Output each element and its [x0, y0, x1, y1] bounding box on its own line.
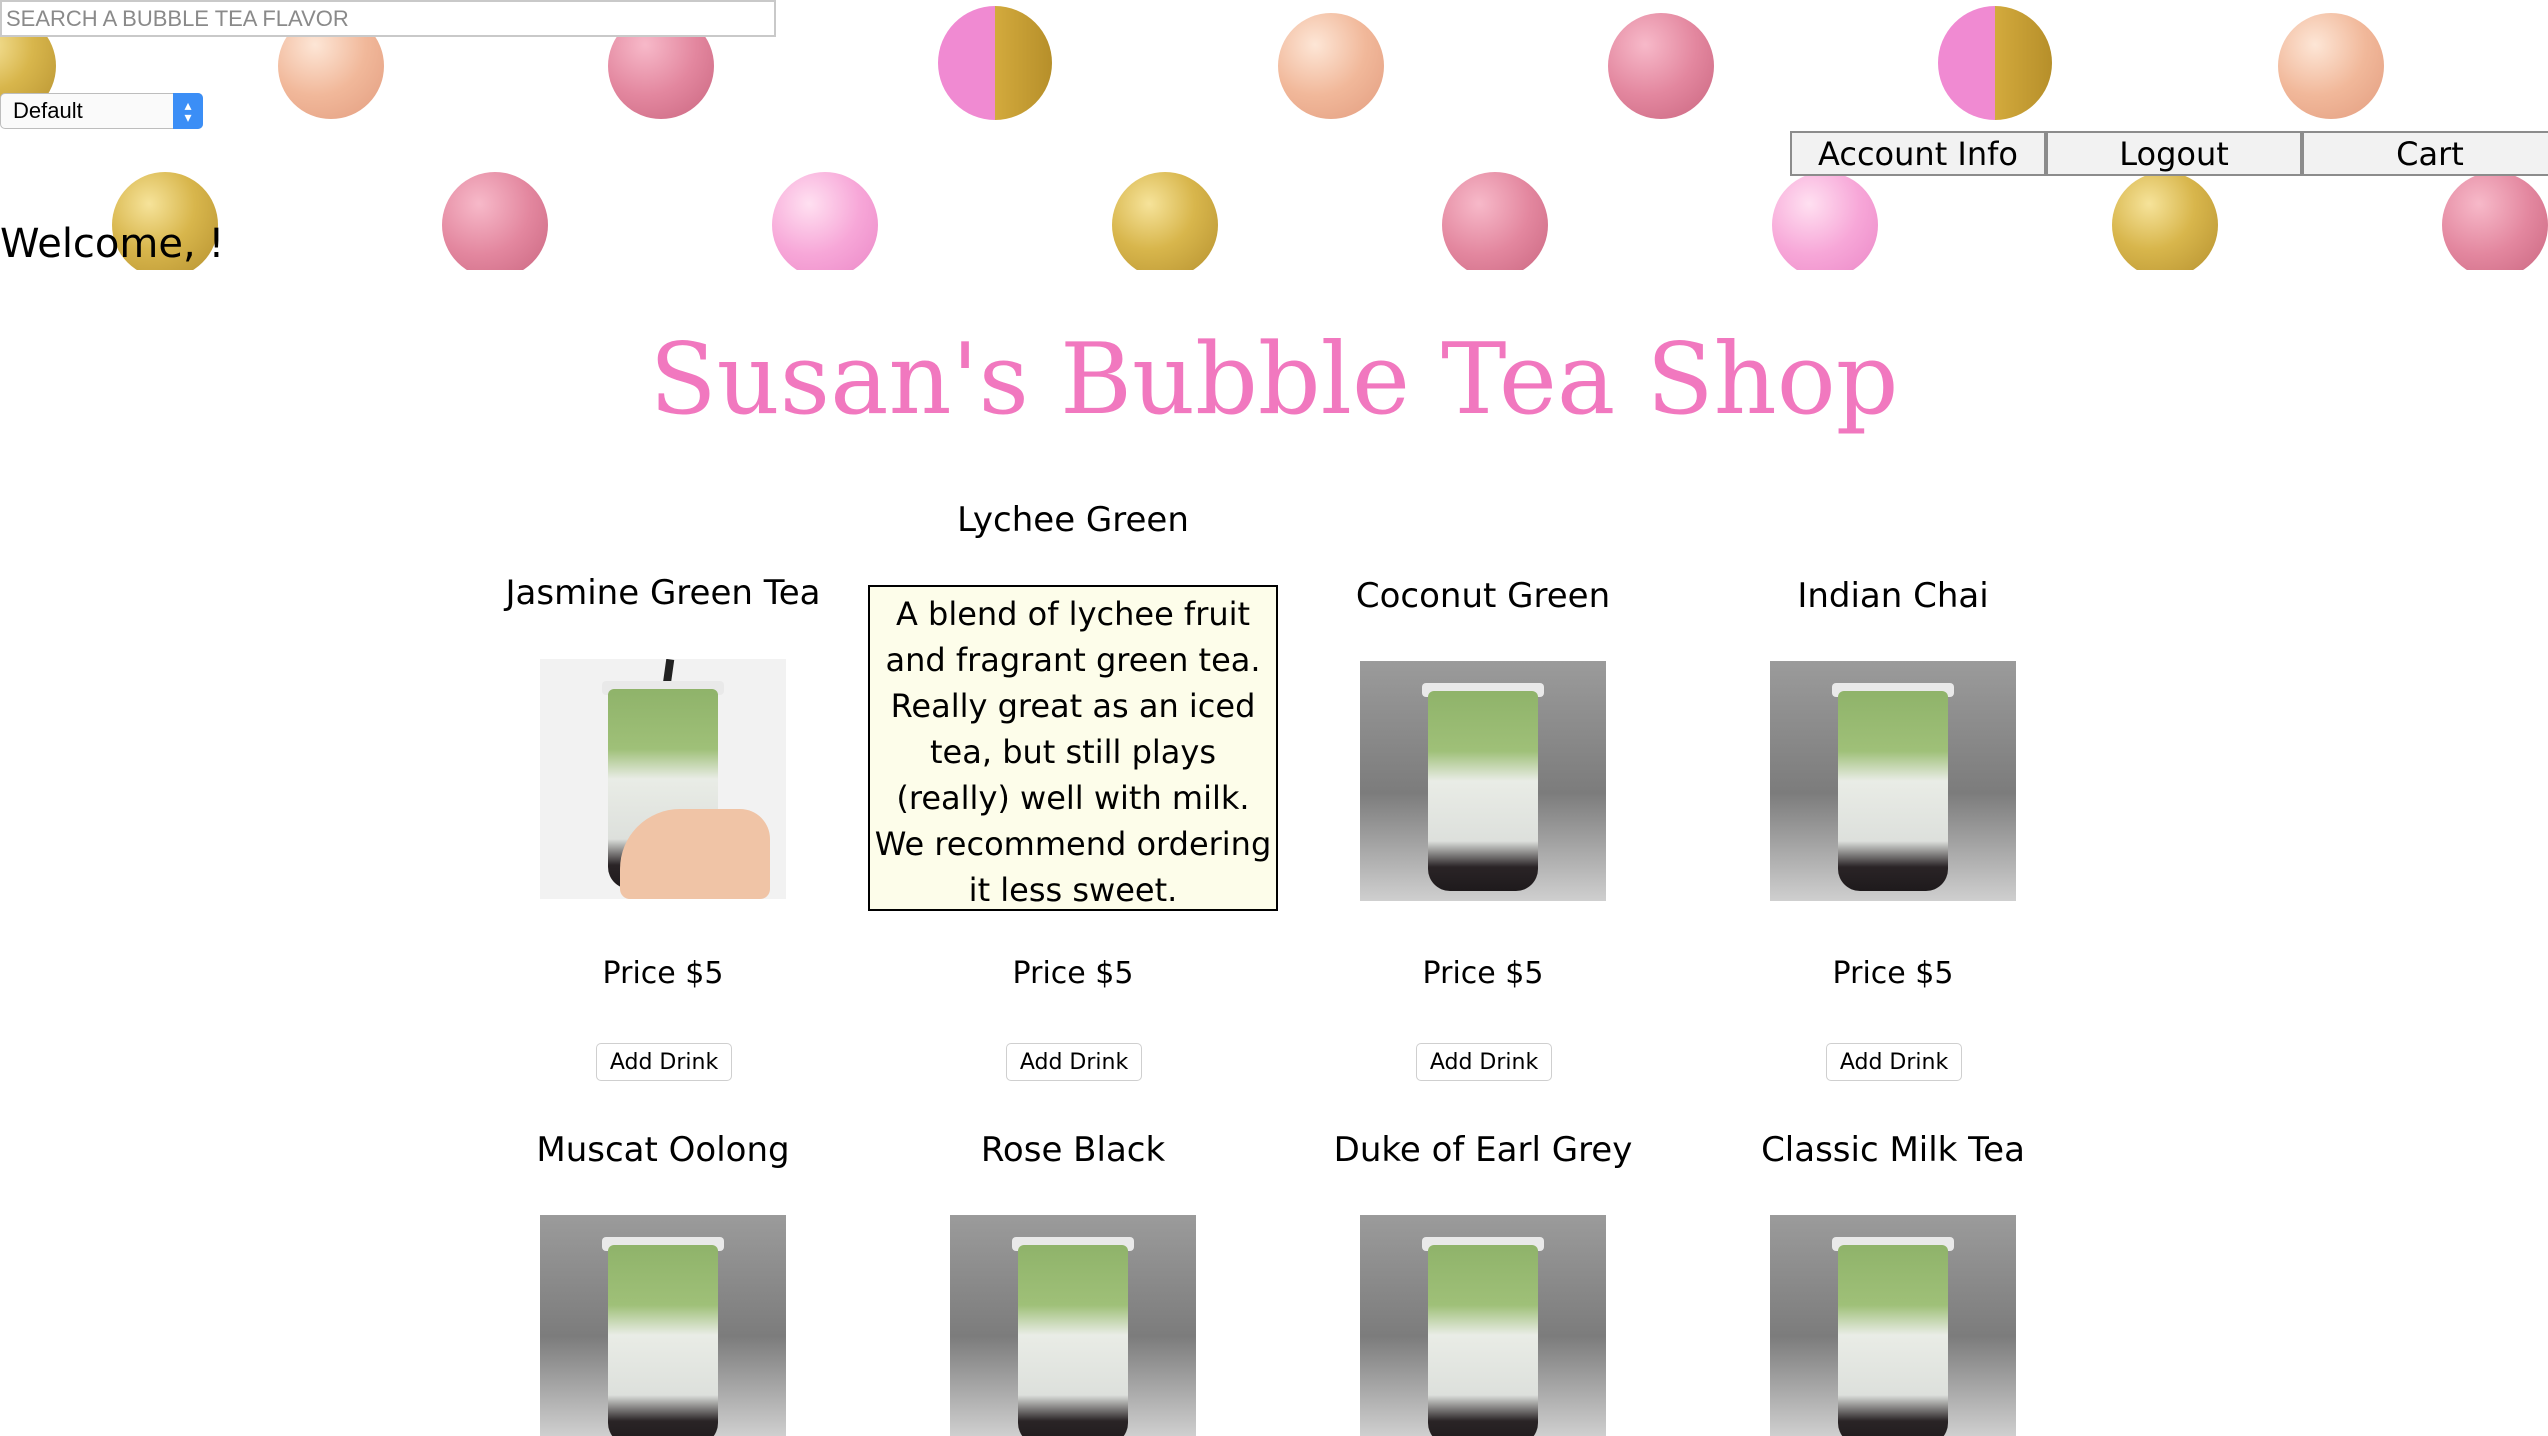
logout-button[interactable]: Logout: [2046, 131, 2302, 176]
product-name: Rose Black: [980, 1130, 1166, 1170]
product-name: Jasmine Green Tea: [505, 573, 821, 613]
product-description: A blend of lychee fruit and fragrant gre…: [868, 585, 1278, 911]
add-drink-button[interactable]: Add Drink: [1416, 1043, 1552, 1081]
product-card: Jasmine Green Tea: [458, 570, 868, 616]
product-card: Indian Chai: [1688, 573, 2098, 619]
add-drink-button[interactable]: Add Drink: [1826, 1043, 1962, 1081]
cart-button[interactable]: Cart: [2302, 131, 2548, 176]
cup-shape: [1838, 691, 1948, 891]
product-price: Price $5: [1832, 956, 1954, 991]
cup-shape: [608, 1245, 718, 1436]
product-card: Muscat Oolong: [458, 1127, 868, 1173]
product-card: Rose Black: [868, 1127, 1278, 1173]
product-card: Lychee Green: [868, 497, 1278, 543]
product-image[interactable]: [1360, 661, 1606, 901]
product-image[interactable]: [1360, 1215, 1606, 1436]
gold-dot: [2112, 172, 2218, 270]
rose-dot: [442, 172, 548, 270]
cup-shape: [1428, 691, 1538, 891]
pink-dot: [772, 172, 878, 270]
product-card: Classic Milk Tea: [1688, 1127, 2098, 1173]
add-drink-button[interactable]: Add Drink: [1006, 1043, 1142, 1081]
pink-dot: [1772, 172, 1878, 270]
product-price: Price $5: [1422, 956, 1544, 991]
cup-shape: [1838, 1245, 1948, 1436]
page-title: Susan's Bubble Tea Shop: [649, 323, 1899, 437]
add-drink-button[interactable]: Add Drink: [596, 1043, 732, 1081]
product-image[interactable]: [1770, 661, 2016, 901]
product-card: Coconut Green: [1278, 573, 1688, 619]
product-name: Coconut Green: [1355, 576, 1611, 616]
product-price: Price $5: [1012, 956, 1134, 991]
gold-dot: [1112, 172, 1218, 270]
product-image[interactable]: [950, 1215, 1196, 1436]
sort-select-value: Default: [13, 98, 83, 123]
peach-dot: [1278, 13, 1384, 119]
top-nav: Account Info Logout Cart: [1790, 131, 2548, 176]
rose-dot: [1608, 13, 1714, 119]
rose-dot: [1442, 172, 1548, 270]
product-name: Duke of Earl Grey: [1333, 1130, 1633, 1170]
chevron-updown-icon: ▴ ▾: [173, 93, 203, 129]
product-name: Classic Milk Tea: [1761, 1130, 2025, 1170]
cup-shape: [1428, 1245, 1538, 1436]
hand-shape: [620, 809, 770, 899]
product-image[interactable]: [1770, 1215, 2016, 1436]
welcome-message: Welcome, !: [0, 221, 225, 267]
search-input[interactable]: [0, 0, 776, 37]
half-dot: [1938, 6, 2052, 120]
product-name: Indian Chai: [1797, 576, 1989, 616]
sort-select[interactable]: Default ▴ ▾: [0, 93, 203, 129]
cup-shape: [1018, 1245, 1128, 1436]
peach-dot: [2278, 13, 2384, 119]
account-info-button[interactable]: Account Info: [1790, 131, 2046, 176]
product-name: Lychee Green: [957, 500, 1189, 540]
product-card: Duke of Earl Grey: [1278, 1127, 1688, 1173]
product-price: Price $5: [602, 956, 724, 991]
product-image[interactable]: [540, 659, 786, 899]
half-dot: [938, 6, 1052, 120]
rose-dot: [2442, 172, 2548, 270]
product-image[interactable]: [540, 1215, 786, 1436]
product-name: Muscat Oolong: [536, 1130, 790, 1170]
